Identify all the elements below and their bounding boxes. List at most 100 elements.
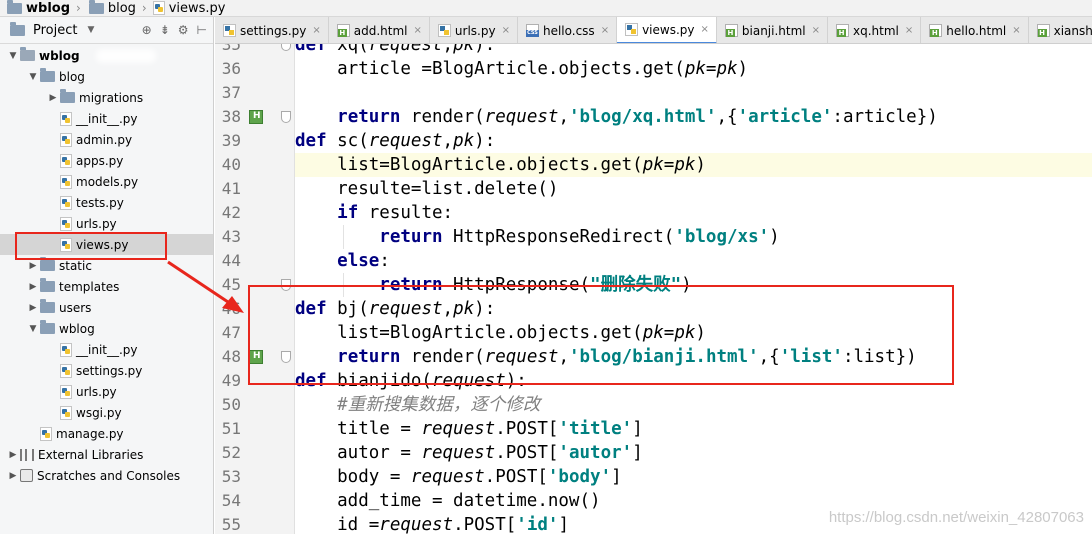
editor-tab[interactable]: add.html × (328, 17, 430, 43)
chevron-right-icon[interactable]: ▶ (46, 93, 60, 103)
chevron-right-icon[interactable]: ▶ (26, 303, 40, 313)
python-file-icon (60, 174, 72, 189)
fold-marker-icon[interactable] (281, 44, 291, 51)
editor-tab[interactable]: views.py × (617, 17, 717, 43)
tree-item-label: External Libraries (38, 447, 144, 462)
code-line[interactable]: return HttpResponseRedirect('blog/xs') (295, 225, 1092, 249)
tree-item[interactable]: ▶ External Libraries (0, 444, 213, 465)
code-line[interactable]: list=BlogArticle.objects.get(pk=pk) (295, 153, 1092, 177)
breadcrumb-item[interactable]: views.py (150, 0, 229, 17)
breadcrumb-item[interactable]: wblog (2, 0, 73, 17)
tree-item[interactable]: settings.py (0, 360, 213, 381)
editor-tab[interactable]: hello.html × (921, 17, 1029, 43)
code-line[interactable]: resulte=list.delete() (295, 177, 1092, 201)
project-tree: ▼ wblog ▼ blog ▶ migrations __init__.py admin.p… (0, 45, 213, 486)
tree-item[interactable]: ▼ blog (0, 66, 213, 87)
python-file-icon (60, 153, 72, 168)
tree-item[interactable]: admin.py (0, 129, 213, 150)
code-line[interactable]: title = request.POST['title'] (295, 417, 1092, 441)
close-icon[interactable]: × (312, 25, 320, 36)
tree-item-label: wblog (59, 321, 95, 336)
line-number: 49 (221, 371, 241, 390)
code-line[interactable]: def sc(request,pk): (295, 129, 1092, 153)
line-number: 45 (221, 275, 241, 294)
python-file-icon (60, 132, 72, 147)
tree-item[interactable]: urls.py (0, 213, 213, 234)
related-template-icon[interactable] (249, 110, 263, 124)
tree-item-label: Scratches and Consoles (37, 468, 181, 483)
tree-item[interactable]: ▶ Scratches and Consoles (0, 465, 213, 486)
chevron-down-icon[interactable]: ▼ (87, 25, 94, 35)
chevron-right-icon[interactable]: ▶ (6, 450, 20, 460)
tree-item[interactable]: ▼ wblog (0, 318, 213, 339)
close-icon[interactable]: × (601, 25, 609, 36)
chevron-down-icon[interactable]: ▼ (26, 324, 40, 334)
editor-tabs: settings.py×add.html×urls.py×hello.css×v… (215, 17, 1092, 44)
tree-item[interactable]: ▶ migrations (0, 87, 213, 108)
editor-tab[interactable]: hello.css × (517, 17, 618, 43)
chevron-right-icon[interactable]: ▶ (6, 471, 20, 481)
code-line[interactable]: if resulte: (295, 201, 1092, 225)
code-line[interactable]: #重新搜集数据，逐个修改 (295, 393, 1092, 417)
breadcrumb-label: views.py (168, 0, 226, 16)
close-icon[interactable]: × (502, 25, 510, 36)
editor-tab[interactable]: bianji.html × (716, 17, 829, 43)
project-view-selector[interactable]: Project (33, 23, 77, 38)
folder-icon (40, 68, 55, 82)
python-file-icon (152, 1, 165, 15)
project-panel-header: Project ▼ ⊕ ⇟ ⚙ ⊢ (0, 17, 213, 44)
editor-tab[interactable]: urls.py × (429, 17, 518, 43)
close-icon[interactable]: × (414, 25, 422, 36)
tree-item[interactable]: ▶ users (0, 297, 213, 318)
hide-icon[interactable]: ⊢ (197, 23, 207, 37)
editor-tab[interactable]: settings.py × (215, 17, 329, 43)
tab-label: views.py (642, 22, 695, 37)
fold-marker-icon[interactable] (281, 111, 291, 123)
breadcrumb-separator: › (141, 1, 147, 15)
tree-item[interactable]: manage.py (0, 423, 213, 444)
tree-item[interactable]: models.py (0, 171, 213, 192)
editor-tab[interactable]: xq.html × (828, 17, 922, 43)
editor-tab[interactable]: xianshi.htm (1028, 17, 1092, 43)
folder-icon (40, 299, 55, 313)
tree-item[interactable]: apps.py (0, 150, 213, 171)
close-icon[interactable]: × (701, 24, 709, 35)
tree-item[interactable]: __init__.py (0, 108, 213, 129)
tree-item[interactable]: ▼ wblog (0, 45, 213, 66)
code-line[interactable]: else: (295, 249, 1092, 273)
code-line[interactable] (295, 81, 1092, 105)
close-icon[interactable]: × (1012, 25, 1020, 36)
line-number: 43 (221, 227, 241, 246)
breadcrumb-label: wblog (26, 0, 71, 16)
code-line[interactable]: body = request.POST['body'] (295, 465, 1092, 489)
close-icon[interactable]: × (812, 25, 820, 36)
code-line[interactable]: autor = request.POST['autor'] (295, 441, 1092, 465)
code-line[interactable]: def xq(request,pk): (295, 44, 1092, 57)
code-line[interactable]: article =BlogArticle.objects.get(pk=pk) (295, 57, 1092, 81)
tree-item[interactable]: tests.py (0, 192, 213, 213)
code-text: if resulte: (337, 203, 454, 223)
chevron-right-icon[interactable]: ▶ (26, 282, 40, 292)
tree-item[interactable]: urls.py (0, 381, 213, 402)
breadcrumb-item[interactable]: blog (84, 0, 139, 17)
gear-icon[interactable]: ⚙ (178, 23, 189, 37)
code-line[interactable]: return render(request,'blog/xq.html',{'a… (295, 105, 1092, 129)
line-number: 53 (221, 467, 241, 486)
library-icon (20, 448, 34, 461)
tree-item[interactable]: wsgi.py (0, 402, 213, 423)
collapse-all-icon[interactable]: ⇟ (160, 23, 170, 37)
line-number: 55 (221, 515, 241, 534)
tab-label: bianji.html (741, 23, 806, 38)
tab-label: xianshi.htm (1053, 23, 1092, 38)
tree-item-label: static (59, 258, 92, 273)
line-number: 52 (221, 443, 241, 462)
chevron-down-icon[interactable]: ▼ (26, 72, 40, 82)
line-number: 36 (221, 59, 241, 78)
tree-item[interactable]: ▶ templates (0, 276, 213, 297)
close-icon[interactable]: × (905, 25, 913, 36)
code-text: else: (337, 251, 390, 271)
chevron-down-icon[interactable]: ▼ (6, 51, 20, 61)
tree-item[interactable]: __init__.py (0, 339, 213, 360)
locate-icon[interactable]: ⊕ (142, 23, 152, 37)
chevron-right-icon[interactable]: ▶ (26, 261, 40, 271)
